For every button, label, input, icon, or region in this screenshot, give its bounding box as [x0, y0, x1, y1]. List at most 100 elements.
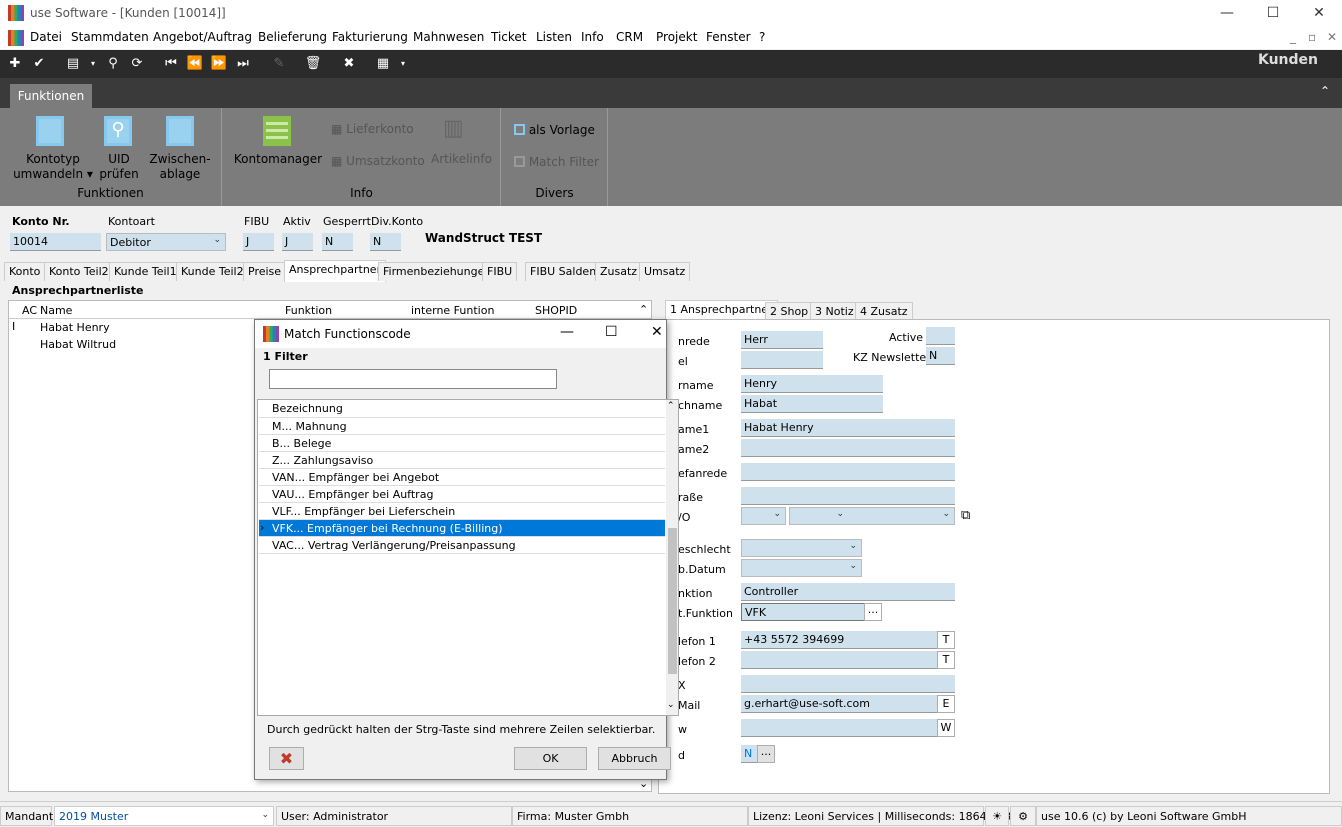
- list-item[interactable]: B... Belege: [259, 435, 665, 452]
- name1-field[interactable]: Habat Henry: [741, 419, 955, 437]
- www-field[interactable]: [741, 719, 937, 737]
- zwischenablage-button[interactable]: Zwischen-ablage: [148, 152, 212, 182]
- dialog-close-button[interactable]: ✕: [651, 324, 663, 340]
- name2-field[interactable]: [741, 439, 955, 457]
- kontomanager-button[interactable]: Kontomanager: [233, 152, 323, 167]
- tab-fibu[interactable]: FIBU: [482, 262, 518, 281]
- col-funktion[interactable]: Funktion: [285, 304, 332, 317]
- briefanrede-field[interactable]: [741, 463, 955, 481]
- list-item[interactable]: Habat Henry: [40, 321, 110, 334]
- list-item[interactable]: Habat Wiltrud: [40, 338, 116, 351]
- mdi-minimize-icon[interactable]: _: [1290, 30, 1296, 44]
- dialog-minimize-button[interactable]: —: [560, 324, 574, 340]
- list-scrollbar[interactable]: ⌃ ⌄: [666, 400, 678, 715]
- menu-angebot[interactable]: Angebot/Auftrag: [153, 30, 252, 44]
- grid-icon[interactable]: ▦: [374, 55, 392, 73]
- connection-icon[interactable]: ⚙: [1010, 806, 1036, 826]
- ort-select[interactable]: ⌄ ⌄: [789, 507, 955, 525]
- aktiv-field[interactable]: J: [282, 233, 313, 251]
- scroll-up-icon[interactable]: ⌃: [667, 401, 675, 411]
- uid-pruefen-button[interactable]: UID prüfen: [98, 152, 140, 182]
- ok-button[interactable]: OK: [514, 747, 587, 770]
- maximize-button[interactable]: ☐: [1250, 0, 1296, 27]
- tab-fibu-salden[interactable]: FIBU Salden: [525, 262, 602, 281]
- menu-belieferung[interactable]: Belieferung: [258, 30, 327, 44]
- open-www-button[interactable]: W: [937, 719, 955, 737]
- print-icon[interactable]: ▤: [64, 55, 82, 73]
- tab-kunde-teil2[interactable]: Kunde Teil2: [176, 262, 249, 281]
- edit-icon[interactable]: ✎: [270, 55, 288, 73]
- menu-listen[interactable]: Listen: [536, 30, 572, 44]
- last-record-icon[interactable]: ⏭: [234, 55, 252, 73]
- delete-icon[interactable]: 🗑: [304, 55, 322, 73]
- list-item[interactable]: VLF... Empfänger bei Lieferschein: [259, 503, 665, 520]
- lieferkonto-button[interactable]: ▦ Lieferkonto: [331, 122, 414, 136]
- clear-filter-icon[interactable]: ✖: [269, 747, 304, 770]
- call-telefon1-button[interactable]: T: [937, 631, 955, 649]
- d-lookup-button[interactable]: ...: [757, 745, 775, 763]
- list-item[interactable]: Z... Zahlungsaviso: [259, 452, 665, 469]
- tab-kunde-teil1[interactable]: Kunde Teil1: [109, 262, 182, 281]
- next-record-icon[interactable]: ⏩: [210, 55, 228, 73]
- print-dropdown-icon[interactable]: ▾: [84, 55, 102, 73]
- plz-select[interactable]: ⌄: [741, 507, 786, 525]
- geb-datum-select[interactable]: ⌄: [741, 559, 862, 577]
- copy-address-icon[interactable]: ⧉: [961, 508, 970, 523]
- strasse-field[interactable]: [741, 487, 955, 505]
- tab-umsatz[interactable]: Umsatz: [639, 262, 691, 281]
- konto-nr-field[interactable]: 10014: [10, 233, 101, 251]
- menu-info[interactable]: Info: [581, 30, 604, 44]
- col-name[interactable]: Name: [40, 304, 72, 317]
- abbruch-button[interactable]: Abbruch: [598, 747, 671, 770]
- filter-input[interactable]: [269, 369, 557, 389]
- int-funktion-field[interactable]: VFK: [741, 603, 865, 621]
- col-ac[interactable]: AC: [22, 304, 37, 317]
- funktion-field[interactable]: Controller: [741, 583, 955, 601]
- tab-konto[interactable]: Konto: [4, 262, 46, 281]
- geschlecht-select[interactable]: ⌄: [741, 539, 862, 557]
- search-icon[interactable]: ⚲: [104, 55, 122, 73]
- menu-ticket[interactable]: Ticket: [491, 30, 527, 44]
- first-record-icon[interactable]: ⏮: [162, 55, 180, 73]
- send-email-button[interactable]: E: [937, 695, 955, 713]
- tab-preise[interactable]: Preise: [243, 262, 287, 281]
- menu-stammdaten[interactable]: Stammdaten: [71, 30, 149, 44]
- scroll-up-icon[interactable]: ⌃: [639, 303, 648, 316]
- tab-funktionen[interactable]: Funktionen: [10, 84, 92, 109]
- tab-zusatz[interactable]: Zusatz: [595, 262, 643, 281]
- list-item[interactable]: VAU... Empfänger bei Auftrag: [259, 486, 665, 503]
- scroll-down-icon[interactable]: ⌄: [667, 700, 675, 710]
- kontoart-select[interactable]: Debitor ⌄: [106, 233, 226, 251]
- email-field[interactable]: g.erhart@use-soft.com: [741, 695, 937, 713]
- tab-konto-teil2[interactable]: Konto Teil2: [44, 262, 114, 281]
- match-filter-button[interactable]: Match Filter: [514, 155, 599, 169]
- kz-newsletter-field[interactable]: N: [926, 347, 955, 365]
- new-icon[interactable]: ✚: [6, 55, 24, 73]
- menu-datei[interactable]: Datei: [30, 30, 62, 44]
- dialog-maximize-button[interactable]: ☐: [605, 324, 618, 340]
- menu-mahnwesen[interactable]: Mahnwesen: [413, 30, 484, 44]
- refresh-icon[interactable]: ⟳: [128, 55, 146, 73]
- cancel-icon[interactable]: ✖: [340, 55, 358, 73]
- col-shopid[interactable]: SHOPID: [535, 304, 577, 317]
- telefon2-field[interactable]: [741, 651, 937, 669]
- col-interne-funktion[interactable]: interne Funtion: [411, 304, 494, 317]
- scroll-thumb[interactable]: [668, 528, 677, 674]
- tab-ansprechpartner[interactable]: Ansprechpartner: [284, 260, 387, 282]
- mdi-close-icon[interactable]: ✕: [1327, 30, 1337, 44]
- fax-field[interactable]: [741, 675, 955, 693]
- minimize-button[interactable]: —: [1204, 0, 1250, 27]
- save-check-icon[interactable]: ✔: [30, 55, 48, 73]
- close-window-button[interactable]: ✕: [1296, 0, 1342, 27]
- list-item[interactable]: VAN... Empfänger bei Angebot: [259, 469, 665, 486]
- active-field[interactable]: [926, 327, 955, 345]
- menu-crm[interactable]: CRM: [616, 30, 643, 44]
- menu-help[interactable]: ?: [759, 30, 765, 44]
- umsatzkonto-button[interactable]: ▦ Umsatzkonto: [331, 154, 425, 168]
- mdi-restore-icon[interactable]: ▫: [1308, 30, 1316, 44]
- list-item-selected[interactable]: VFK... Empfänger bei Rechnung (E-Billing…: [259, 520, 665, 537]
- menu-fakturierung[interactable]: Fakturierung: [332, 30, 408, 44]
- d-field[interactable]: N: [741, 745, 757, 763]
- divkonto-field[interactable]: N: [370, 233, 401, 251]
- vorname-field[interactable]: Henry: [741, 375, 883, 393]
